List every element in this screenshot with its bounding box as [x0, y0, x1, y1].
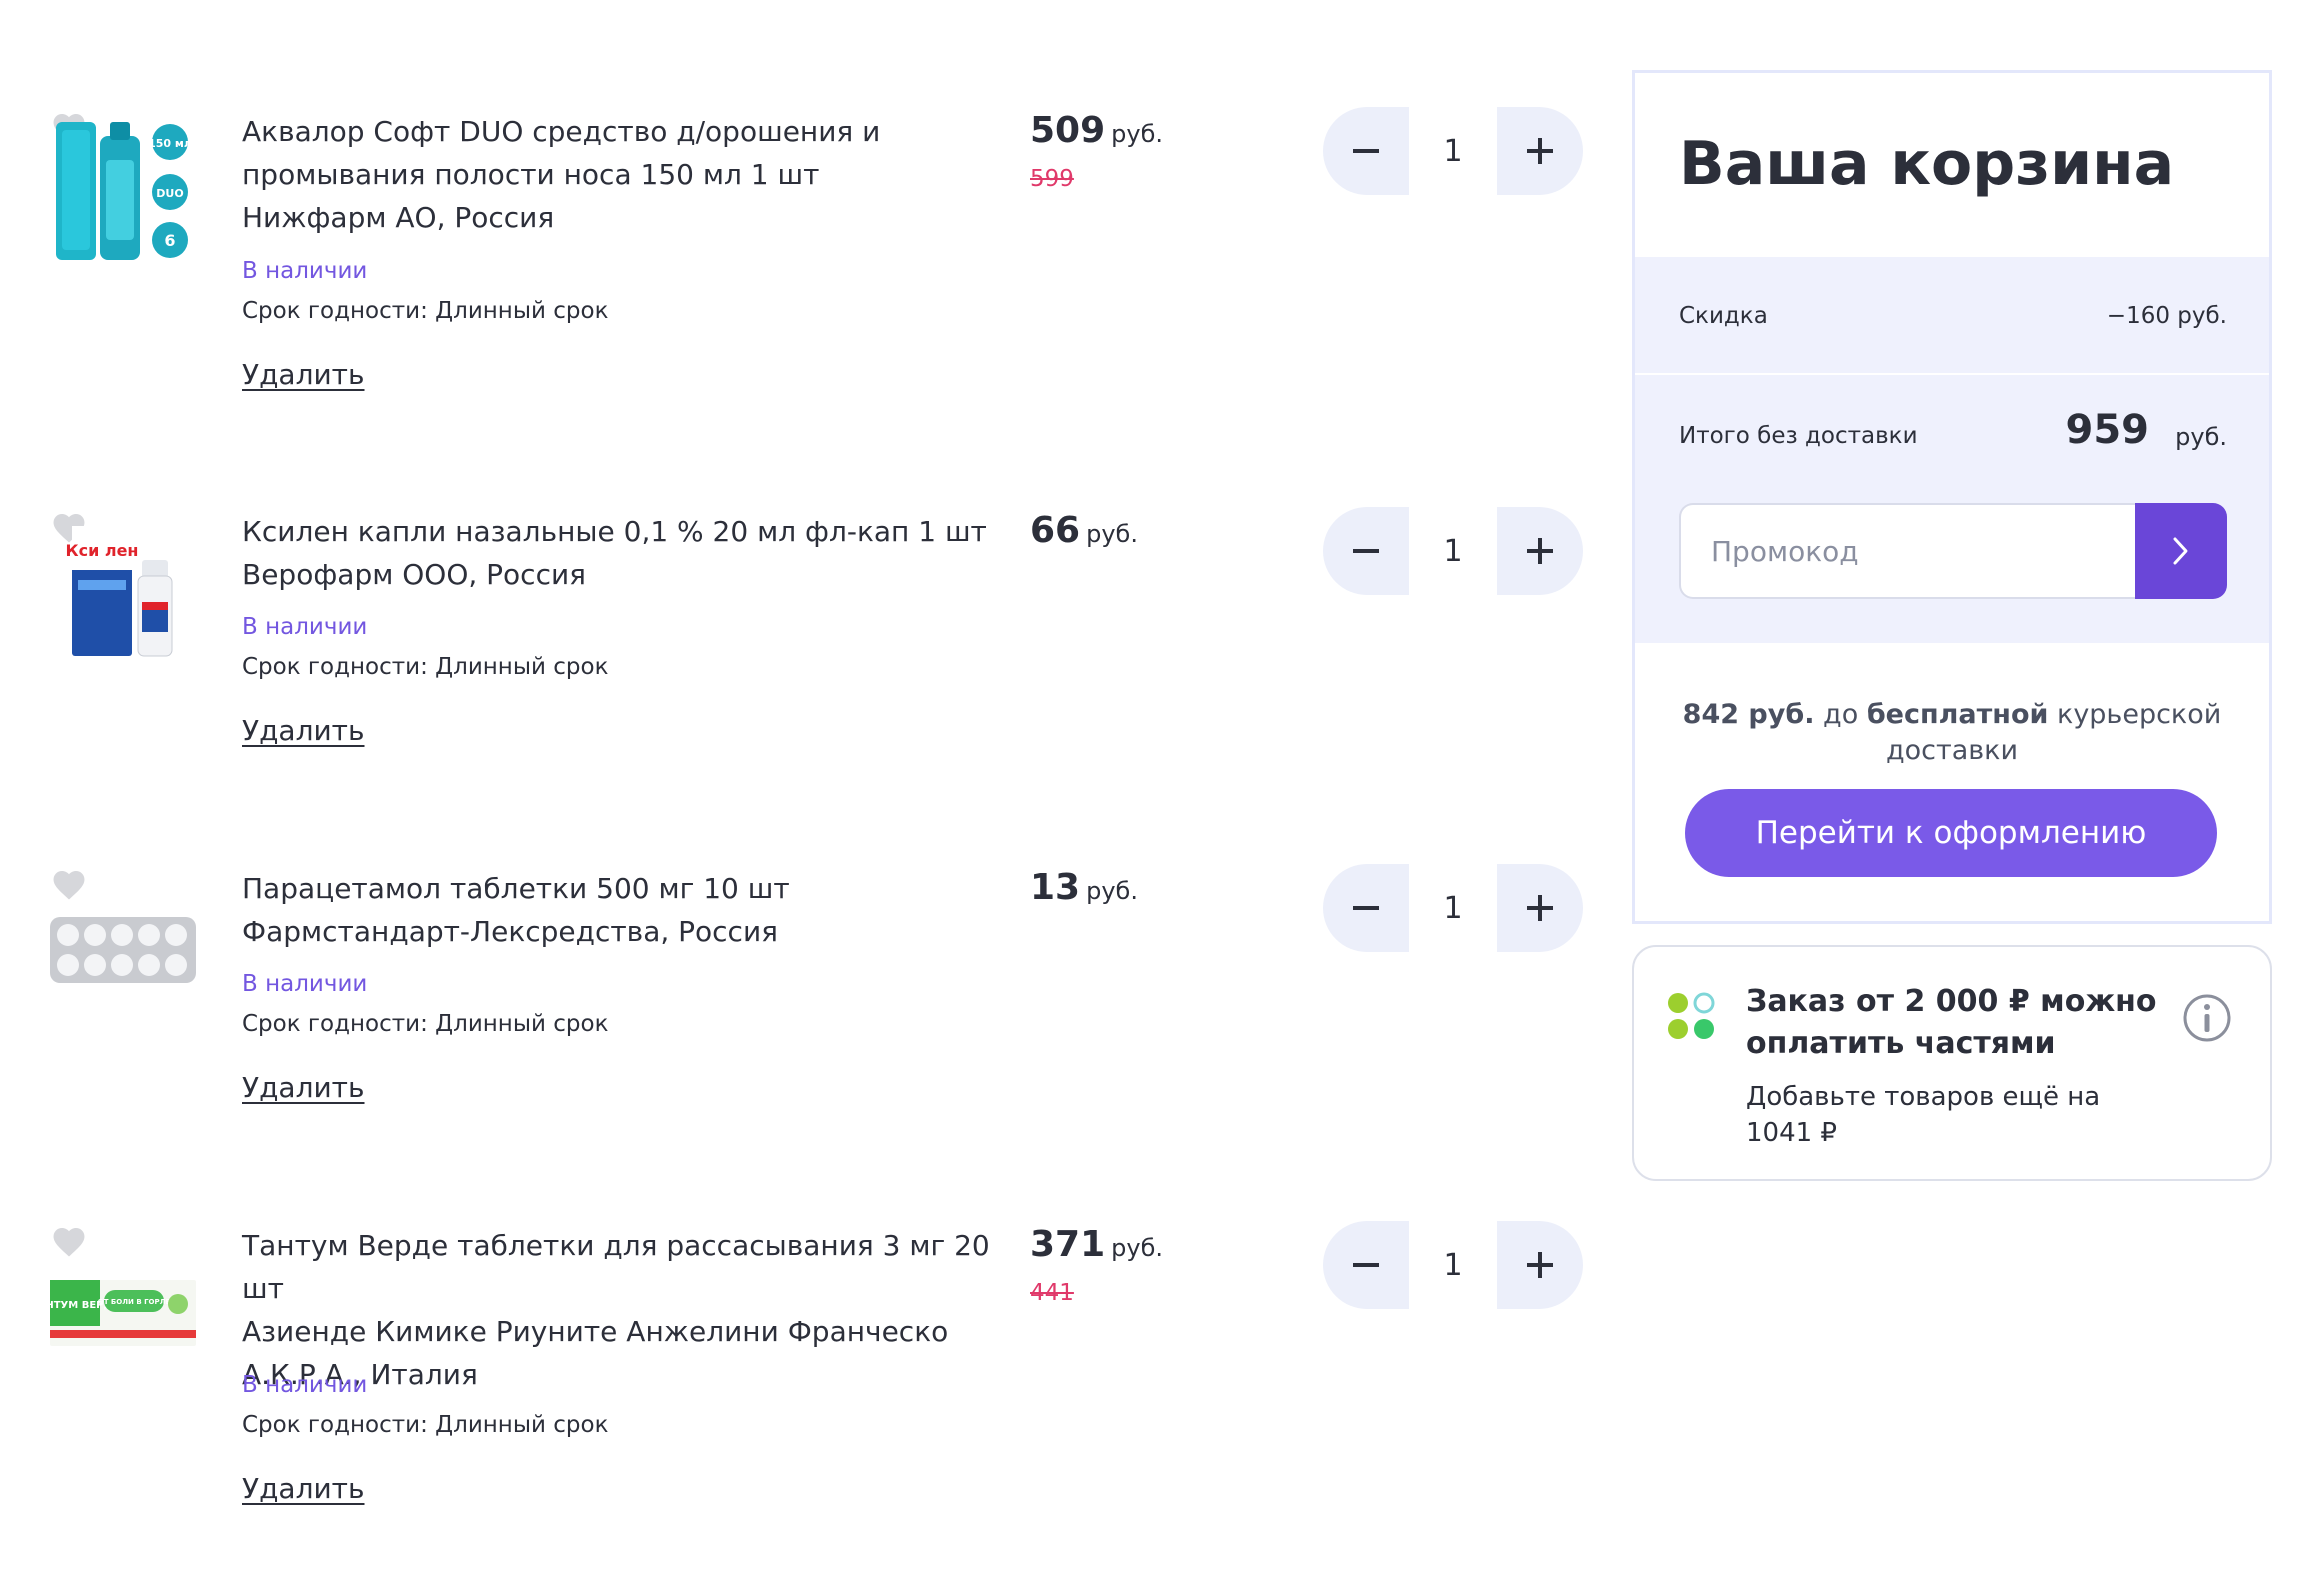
plus-icon	[1527, 138, 1553, 164]
quantity-value[interactable]: 1	[1409, 864, 1497, 952]
quantity-stepper: 1	[1323, 864, 1583, 952]
price: 66 руб.	[1030, 510, 1138, 551]
chevron-right-icon	[2173, 537, 2188, 565]
delete-link[interactable]: Удалить	[242, 358, 365, 391]
split-pay-dots-logo	[1668, 992, 1715, 1039]
expiry-info: Срок годности: Длинный срок	[242, 298, 609, 324]
old-price: 599	[1030, 166, 1074, 192]
expiry-info: Срок годности: Длинный срок	[242, 1412, 609, 1438]
price-value: 509	[1030, 110, 1106, 151]
cart-item: ТАНТУМ ВЕРДЕ ОТ БОЛИ В ГОРЛЕ Тантум Верд…	[0, 1221, 1600, 1584]
shipping-free: бесплатной	[1866, 699, 2049, 730]
discount-value: −160 руб.	[2106, 303, 2227, 329]
quantity-value[interactable]: 1	[1409, 107, 1497, 195]
quantity-stepper: 1	[1323, 107, 1583, 195]
minus-icon	[1353, 1263, 1379, 1267]
paracetamol-blister-image	[50, 917, 196, 983]
minus-icon	[1353, 906, 1379, 910]
increase-button[interactable]	[1497, 1221, 1583, 1309]
cart-summary: Ваша корзина Скидка −160 руб. Итого без …	[1632, 70, 2272, 924]
increase-button[interactable]	[1497, 107, 1583, 195]
stock-status: В наличии	[242, 258, 368, 284]
xylene-drops-image: Кси лен	[66, 526, 173, 657]
free-shipping-note: 842 руб. до бесплатной курьерской достав…	[1675, 697, 2229, 769]
delete-link[interactable]: Удалить	[242, 714, 365, 747]
price: 509 руб.	[1030, 110, 1163, 151]
info-icon[interactable]	[2182, 993, 2232, 1043]
split-payment-banner: Заказ от 2 000 ₽ можно оплатить частями …	[1632, 945, 2272, 1181]
total-label: Итого без доставки	[1679, 423, 1918, 449]
increase-button[interactable]	[1497, 864, 1583, 952]
cart-item: Парацетамол таблетки 500 мг 10 шт Фармст…	[0, 864, 1600, 1227]
delete-link[interactable]: Удалить	[242, 1472, 365, 1505]
tantum-verde-box-image: ТАНТУМ ВЕРДЕ ОТ БОЛИ В ГОРЛЕ	[46, 1280, 196, 1346]
shipping-box: 842 руб. до бесплатной курьерской достав…	[1635, 643, 2269, 921]
plus-icon	[1527, 895, 1553, 921]
thumb-label: Кси лен	[66, 541, 139, 560]
aqualor-spray-image: 150 мл DUO 6	[56, 122, 192, 260]
divider	[1635, 373, 2269, 375]
product-name[interactable]: Тантум Верде таблетки для рассасывания 3…	[242, 1224, 1012, 1396]
product-name[interactable]: Аквалор Софт DUO средство д/орошения и п…	[242, 110, 1012, 239]
quantity-value[interactable]: 1	[1409, 507, 1497, 595]
thumb-label: 6	[164, 231, 175, 250]
decrease-button[interactable]	[1323, 1221, 1409, 1309]
minus-icon	[1353, 549, 1379, 553]
price-currency: руб.	[1111, 1234, 1164, 1262]
expiry-info: Срок годности: Длинный срок	[242, 654, 609, 680]
quantity-value[interactable]: 1	[1409, 1221, 1497, 1309]
price-currency: руб.	[1086, 520, 1138, 548]
decrease-button[interactable]	[1323, 864, 1409, 952]
increase-button[interactable]	[1497, 507, 1583, 595]
minus-icon	[1353, 149, 1379, 153]
stock-status: В наличии	[242, 614, 368, 640]
thumb-label: 150 мл	[148, 137, 192, 150]
price: 371 руб.	[1030, 1224, 1163, 1265]
price-currency: руб.	[1086, 877, 1138, 905]
split-pay-title: Заказ от 2 000 ₽ можно оплатить частями	[1746, 984, 2157, 1061]
cart-item: 150 мл DUO 6 Аквалор Софт DUO средство д…	[0, 107, 1600, 470]
old-price: 441	[1030, 1280, 1074, 1306]
expiry-info: Срок годности: Длинный срок	[242, 1011, 609, 1037]
thumb-label: DUO	[156, 187, 183, 200]
price-value: 13	[1030, 867, 1081, 908]
promo-submit-button[interactable]	[2135, 503, 2227, 599]
shipping-to: до	[1814, 699, 1867, 730]
checkout-button[interactable]: Перейти к оформлению	[1685, 789, 2217, 877]
plus-icon	[1527, 1252, 1553, 1278]
discount-label: Скидка	[1679, 303, 1768, 329]
price: 13 руб.	[1030, 867, 1138, 908]
price-value: 371	[1030, 1224, 1106, 1265]
cart-header: Ваша корзина	[1635, 73, 2269, 257]
stock-status: В наличии	[242, 1372, 368, 1398]
product-name[interactable]: Парацетамол таблетки 500 мг 10 шт Фармст…	[242, 867, 1012, 953]
cart-title: Ваша корзина	[1679, 129, 2175, 199]
price-value: 66	[1030, 510, 1081, 551]
delete-link[interactable]: Удалить	[242, 1071, 365, 1104]
decrease-button[interactable]	[1323, 107, 1409, 195]
cart-item: Кси лен Ксилен капли назальные 0,1 % 20 …	[0, 507, 1600, 870]
split-pay-subtitle: Добавьте товаров ещё на 1041 ₽	[1746, 1082, 2101, 1148]
shipping-amount: 842 руб.	[1682, 699, 1815, 730]
quantity-stepper: 1	[1323, 507, 1583, 595]
product-name[interactable]: Ксилен капли назальные 0,1 % 20 мл фл-ка…	[242, 510, 1012, 596]
stock-status: В наличии	[242, 971, 368, 997]
total-value: 959	[2065, 407, 2150, 453]
total-currency: руб.	[2175, 423, 2227, 451]
thumb-label: ОТ БОЛИ В ГОРЛЕ	[98, 1298, 171, 1306]
promo-code-input[interactable]	[1679, 503, 2135, 599]
quantity-stepper: 1	[1323, 1221, 1583, 1309]
plus-icon	[1527, 538, 1553, 564]
price-currency: руб.	[1111, 120, 1164, 148]
decrease-button[interactable]	[1323, 507, 1409, 595]
